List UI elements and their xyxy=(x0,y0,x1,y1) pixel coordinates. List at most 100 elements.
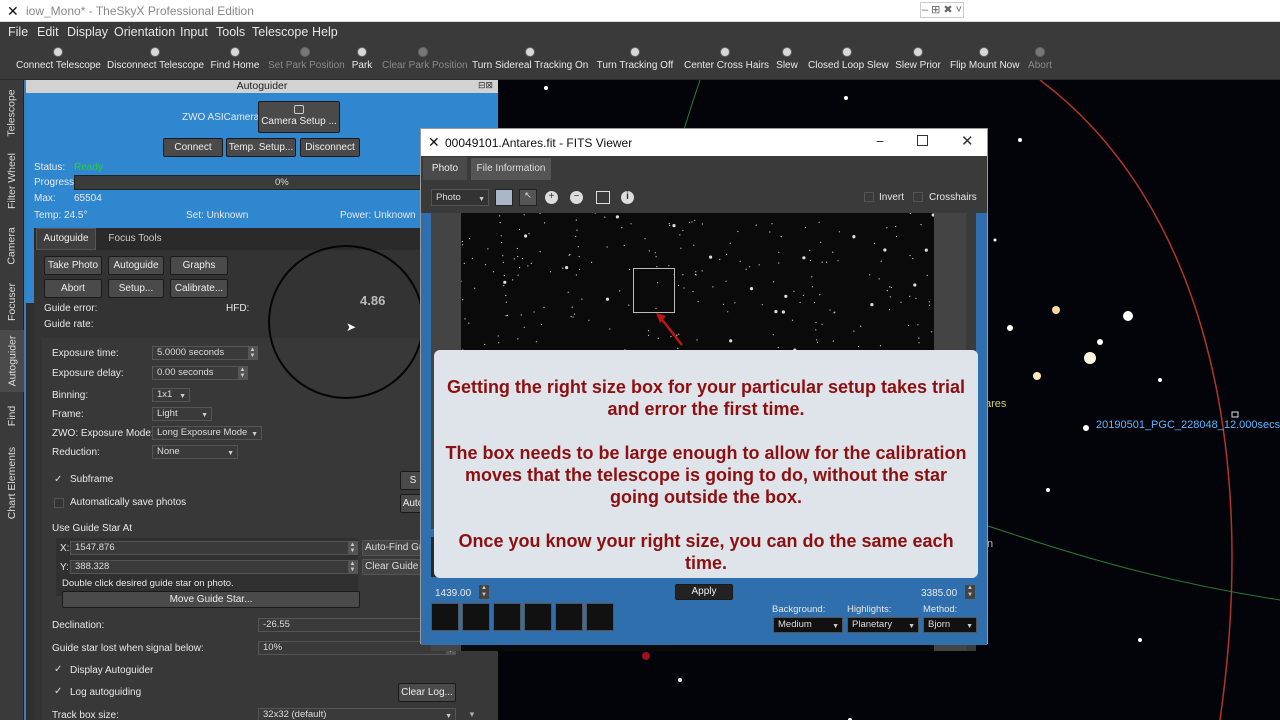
info-icon[interactable]: i xyxy=(621,191,634,204)
reduction-select[interactable]: None ▼ xyxy=(152,445,238,459)
menu-help[interactable]: Help xyxy=(312,25,338,39)
background-select[interactable]: Medium ▼ xyxy=(773,617,843,633)
image-star xyxy=(528,233,530,235)
zoom-out-icon[interactable]: − xyxy=(570,191,583,204)
highlights-select[interactable]: Planetary ▼ xyxy=(847,617,919,633)
log-autoguiding-checkbox[interactable]: ✓ xyxy=(54,687,64,697)
preset-5-icon[interactable] xyxy=(555,603,583,631)
turn-tracking-off-button[interactable]: Turn Tracking Off xyxy=(596,42,674,80)
preset-3-icon[interactable] xyxy=(493,603,521,631)
apply-button[interactable]: Apply xyxy=(675,584,733,600)
tab-filter-wheel[interactable]: Filter Wheel xyxy=(0,148,24,214)
upper-limit-spinner[interactable]: ▲ ▼ xyxy=(965,585,975,599)
binning-select[interactable]: 1x1 ▼ xyxy=(152,388,190,402)
tab-file-information[interactable]: File Information xyxy=(471,158,551,180)
cooler-power: Power: Unknown xyxy=(340,210,416,221)
scroll-down-icon[interactable]: ▼ xyxy=(468,710,476,719)
connect-telescope-button[interactable]: Connect Telescope xyxy=(16,42,101,80)
clear-park-position-button[interactable]: Clear Park Position xyxy=(382,42,468,80)
tab-focus-tools[interactable]: Focus Tools xyxy=(102,228,168,250)
tab-autoguide[interactable]: Autoguide xyxy=(36,228,96,250)
image-tool-icon[interactable] xyxy=(495,189,513,206)
guide-star-y-input[interactable]: 388.328 ▲ ▼ xyxy=(70,560,358,574)
menu-bar: File Edit Display Orientation Input Tool… xyxy=(0,22,1280,42)
crosshairs-checkbox[interactable] xyxy=(913,192,923,202)
zoom-in-icon[interactable]: + xyxy=(545,191,558,204)
tab-find[interactable]: Find xyxy=(0,396,24,436)
disconnect-telescope-button[interactable]: Disconnect Telescope xyxy=(107,42,204,80)
move-guide-star-button[interactable]: Move Guide Star... xyxy=(62,591,360,608)
flip-mount-now-button[interactable]: Flip Mount Now xyxy=(950,42,1019,80)
exposure-time-input[interactable]: 5.0000 seconds ▲ ▼ xyxy=(152,346,258,360)
setup-button[interactable]: Setup... xyxy=(108,279,164,298)
tab-autoguider[interactable]: Autoguider xyxy=(0,330,24,392)
guide-star-x-input[interactable]: 1547.876 ▲ ▼ xyxy=(70,541,358,555)
autoguide-button[interactable]: Autoguide xyxy=(108,256,164,275)
menu-display[interactable]: Display xyxy=(67,25,108,39)
image-star xyxy=(571,306,573,308)
tab-chart-elements[interactable]: Chart Elements xyxy=(0,440,24,526)
method-select[interactable]: Bjorn ▼ xyxy=(923,617,977,633)
menu-input[interactable]: Input xyxy=(180,25,208,39)
panel-float-close-icon[interactable]: ⊟⊠ xyxy=(478,80,493,91)
tab-camera[interactable]: Camera xyxy=(0,216,24,276)
tab-telescope[interactable]: Telescope xyxy=(0,80,24,146)
closed-loop-slew-button[interactable]: Closed Loop Slew xyxy=(808,42,889,80)
graphs-button[interactable]: Graphs xyxy=(170,256,228,275)
max-label: Max: xyxy=(34,193,56,204)
preset-4-icon[interactable] xyxy=(524,603,552,631)
auto-save-checkbox[interactable] xyxy=(54,498,64,508)
image-star xyxy=(605,297,610,301)
frame-select[interactable]: Light ▼ xyxy=(152,407,212,421)
take-photo-button[interactable]: Take Photo xyxy=(44,256,102,275)
preset-2-icon[interactable] xyxy=(462,603,490,631)
temp-setup-button[interactable]: Temp. Setup... xyxy=(226,138,296,157)
annotation-circle xyxy=(268,245,424,399)
abort-slew-button[interactable]: Abort xyxy=(1027,42,1053,80)
menu-orientation[interactable]: Orientation xyxy=(114,25,175,39)
image-star xyxy=(517,338,519,340)
slew-button[interactable]: Slew xyxy=(775,42,799,80)
calibrate-button[interactable]: Calibrate... xyxy=(170,279,228,298)
menu-file[interactable]: File xyxy=(8,25,28,39)
menu-tools[interactable]: Tools xyxy=(216,25,245,39)
declination-input[interactable]: -26.55 xyxy=(258,618,428,632)
clear-guide-star-button[interactable]: Clear Guide S xyxy=(362,559,428,575)
image-star xyxy=(773,281,775,283)
invert-checkbox[interactable] xyxy=(864,192,874,202)
preset-6-icon[interactable] xyxy=(586,603,614,631)
track-box-size-select[interactable]: 32x32 (default) ▼ xyxy=(258,708,456,720)
slew-prior-button[interactable]: Slew Prior xyxy=(895,42,941,80)
menu-telescope[interactable]: Telescope xyxy=(252,25,308,39)
menu-edit[interactable]: Edit xyxy=(37,25,59,39)
fit-to-window-icon[interactable] xyxy=(596,191,610,204)
abort-button[interactable]: Abort xyxy=(44,279,102,298)
image-star xyxy=(809,259,812,261)
exposure-delay-input[interactable]: 0.00 seconds ▲ ▼ xyxy=(152,366,248,380)
sky-label-image-link[interactable]: 20190501_PGC_228048_12.000secs_ xyxy=(1096,419,1280,431)
connect-button[interactable]: Connect xyxy=(163,138,223,157)
view-mode-select[interactable]: Photo ▼ xyxy=(431,189,489,206)
disconnect-button[interactable]: Disconnect xyxy=(300,138,360,157)
close-icon[interactable]: ✕ xyxy=(961,132,974,150)
maximize-icon[interactable] xyxy=(917,135,928,146)
set-park-position-button[interactable]: Set Park Position xyxy=(268,42,345,80)
center-cross-hairs-button[interactable]: Center Cross Hairs xyxy=(684,42,769,80)
clear-log-button[interactable]: Clear Log... xyxy=(398,683,456,702)
minimize-icon[interactable]: − xyxy=(876,133,884,149)
camera-setup-button[interactable]: Camera Setup ... xyxy=(258,101,340,133)
zwo-exposure-mode-select[interactable]: Long Exposure Mode ▼ xyxy=(152,426,262,440)
subframe-checkbox[interactable]: ✓ xyxy=(54,475,64,485)
image-star xyxy=(609,328,611,330)
lower-limit-spinner[interactable]: ▲ ▼ xyxy=(479,585,489,599)
turn-sidereal-tracking-on-button[interactable]: Turn Sidereal Tracking On xyxy=(472,42,588,80)
park-button[interactable]: Park xyxy=(350,42,374,80)
preset-1-icon[interactable] xyxy=(431,603,459,631)
tab-focuser[interactable]: Focuser xyxy=(0,278,24,326)
window-controls[interactable]: ‒ ⊞ ✖ ˅ xyxy=(920,2,964,18)
pointer-tool-icon[interactable]: ↖ xyxy=(519,189,537,206)
auto-find-guide-star-button[interactable]: Auto-Find Gui xyxy=(362,540,428,556)
display-autoguider-checkbox[interactable]: ✓ xyxy=(54,665,64,675)
tab-photo[interactable]: Photo xyxy=(423,157,467,180)
find-home-button[interactable]: Find Home xyxy=(210,42,260,80)
